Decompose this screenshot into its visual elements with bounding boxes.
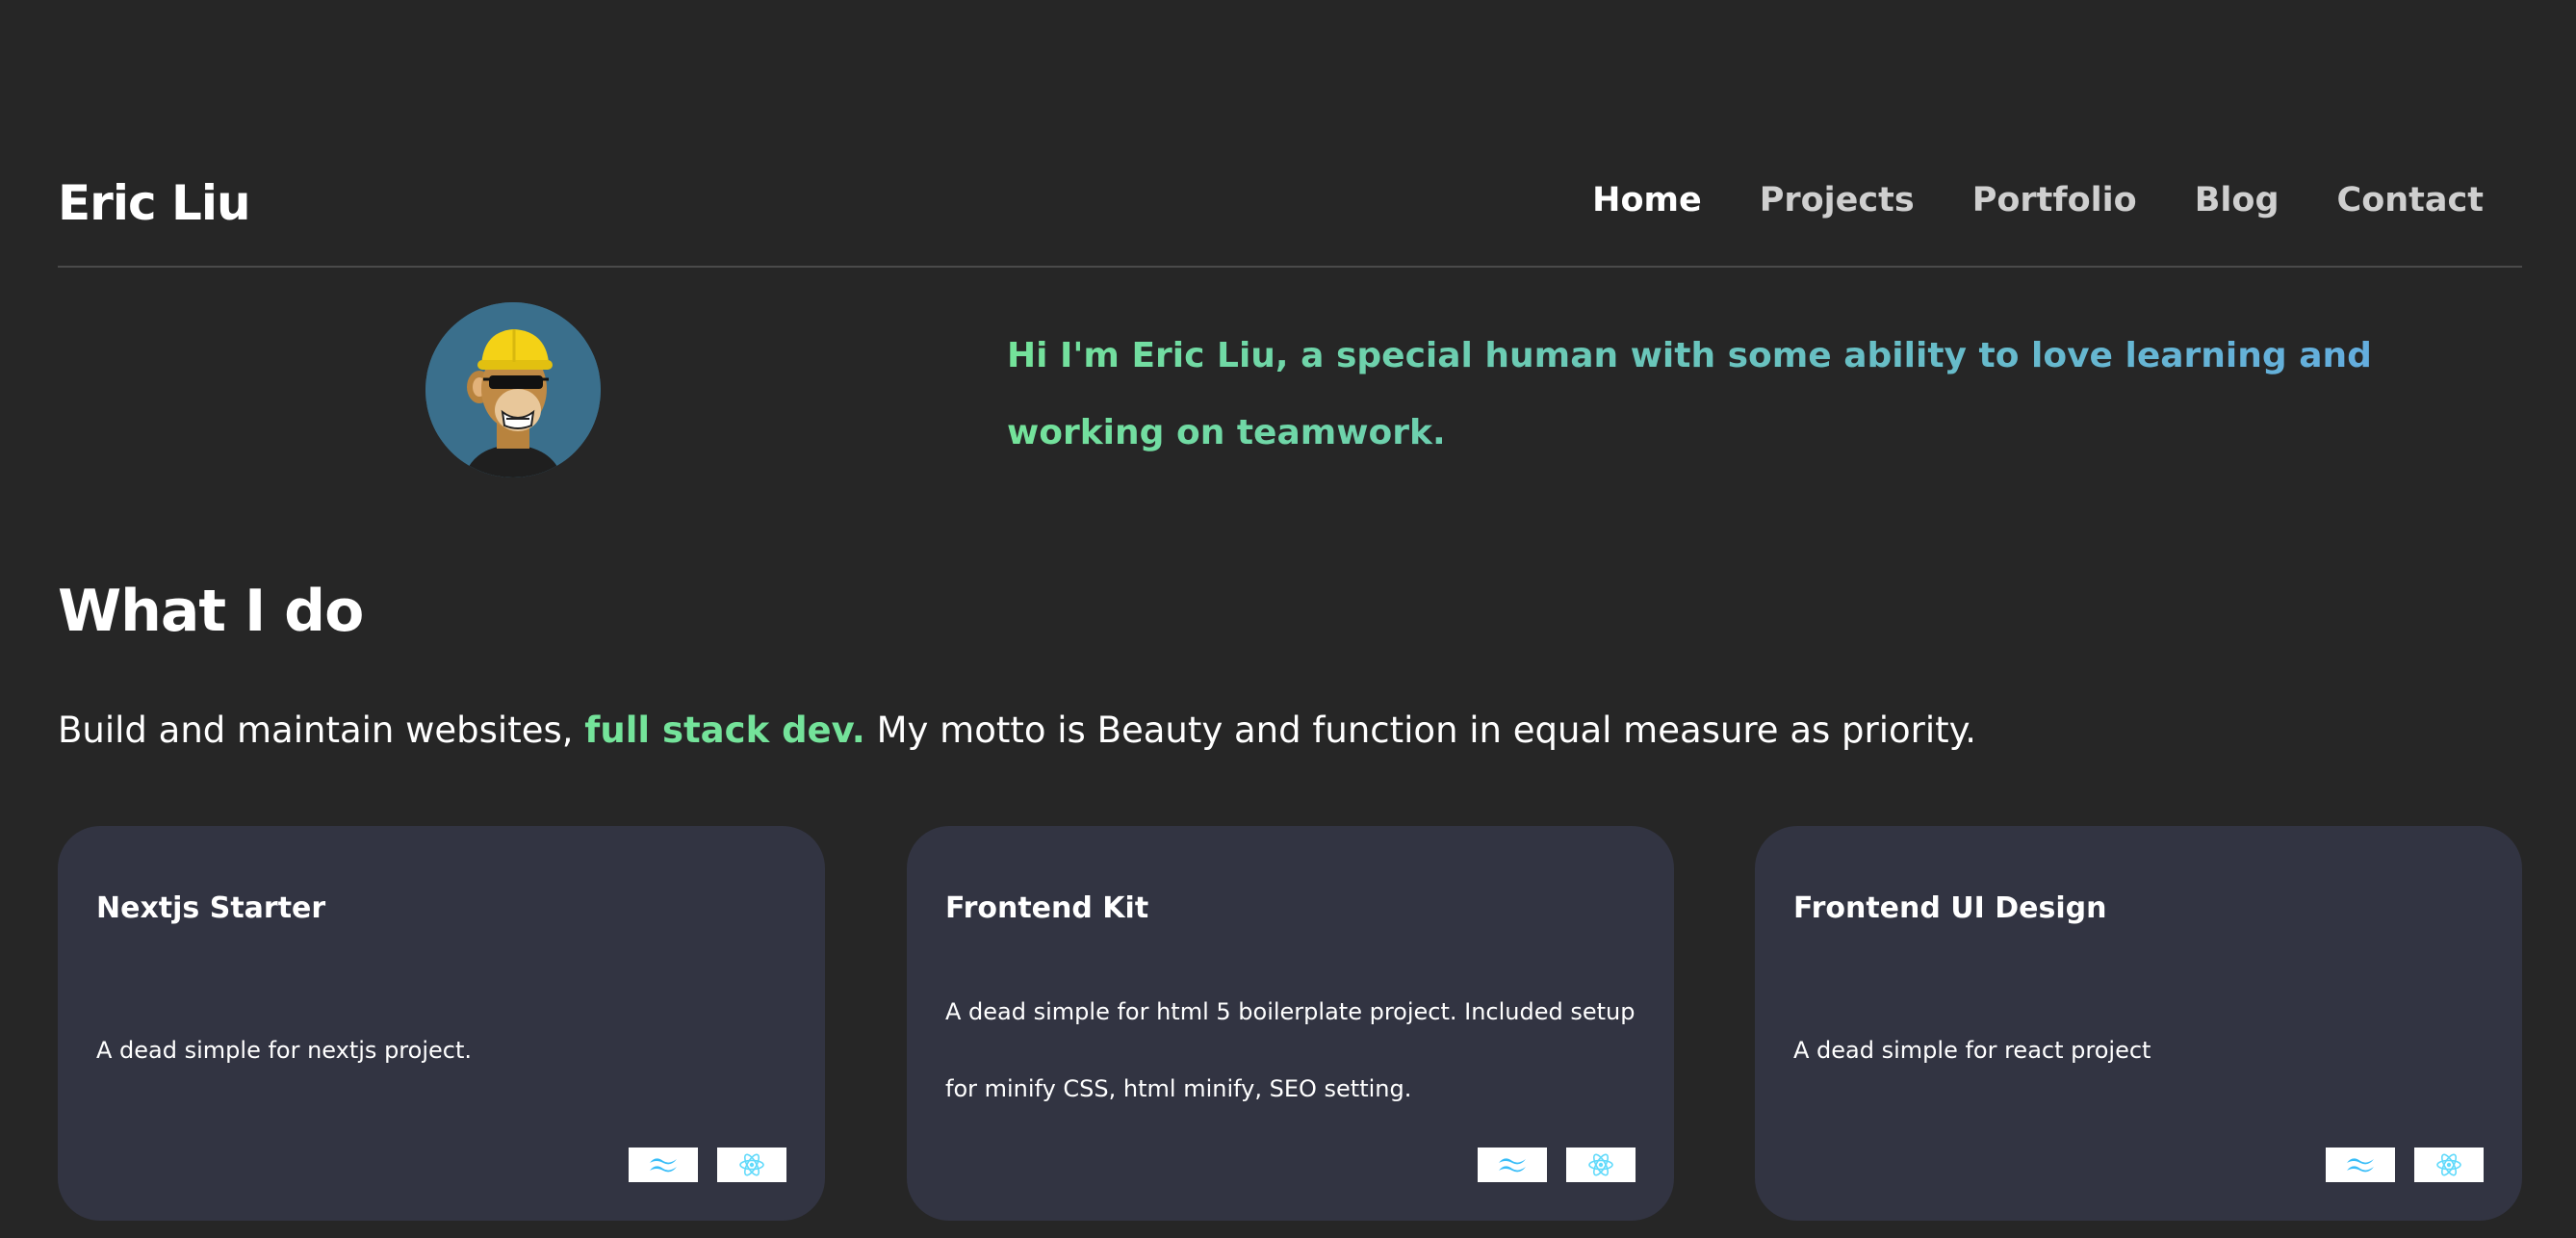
site-header: Eric Liu Home Projects Portfolio Blog Co… xyxy=(58,154,2522,268)
intro-text-after: My motto is Beauty and function in equal… xyxy=(876,709,1977,751)
tailwind-icon xyxy=(1478,1148,1547,1182)
nav-home-link[interactable]: Home xyxy=(1592,181,1702,219)
nav-blog-link[interactable]: Blog xyxy=(2195,181,2280,219)
brand-logo[interactable]: Eric Liu xyxy=(58,175,251,231)
tech-badges xyxy=(2326,1148,2484,1182)
avatar xyxy=(425,302,601,477)
project-card-frontend-ui-design[interactable]: Frontend UI Design A dead simple for rea… xyxy=(1755,826,2522,1221)
card-description-text: A dead simple for html 5 boilerplate pro… xyxy=(945,998,1636,1102)
card-description-text: A dead simple for nextjs project. xyxy=(96,1037,472,1064)
card-title: Frontend Kit xyxy=(945,891,1149,925)
card-description: A dead simple for nextjs project. xyxy=(96,978,789,1122)
nav-contact-link[interactable]: Contact xyxy=(2337,181,2484,219)
intro-highlight: full stack dev. xyxy=(584,709,865,751)
project-card-nextjs-starter[interactable]: Nextjs Starter A dead simple for nextjs … xyxy=(58,826,825,1221)
intro-text-before: Build and maintain websites, xyxy=(58,709,574,751)
main-nav: Home Projects Portfolio Blog Contact xyxy=(1534,181,2484,219)
section-title: What I do xyxy=(58,578,364,645)
tailwind-icon xyxy=(629,1148,698,1182)
react-icon xyxy=(1566,1148,1636,1182)
react-icon xyxy=(2414,1148,2484,1182)
intro-paragraph: Build and maintain websites, full stack … xyxy=(58,709,2522,751)
ape-avatar-icon xyxy=(425,302,601,477)
tech-badges xyxy=(629,1148,786,1182)
tech-badges xyxy=(1478,1148,1636,1182)
card-description-text: A dead simple for react project xyxy=(1793,1037,2151,1064)
card-title: Frontend UI Design xyxy=(1793,891,2107,925)
nav-projects-link[interactable]: Projects xyxy=(1760,181,1915,219)
page: Eric Liu Home Projects Portfolio Blog Co… xyxy=(0,0,2576,1238)
react-icon xyxy=(717,1148,786,1182)
card-description: A dead simple for react project xyxy=(1793,978,2486,1122)
tailwind-icon xyxy=(2326,1148,2395,1182)
hero-headline: Hi I'm Eric Liu, a special human with so… xyxy=(1007,318,2509,472)
project-card-frontend-kit[interactable]: Frontend Kit A dead simple for html 5 bo… xyxy=(907,826,1674,1221)
card-title: Nextjs Starter xyxy=(96,891,326,925)
card-description: A dead simple for html 5 boilerplate pro… xyxy=(945,978,1638,1122)
nav-portfolio-link[interactable]: Portfolio xyxy=(1972,181,2137,219)
